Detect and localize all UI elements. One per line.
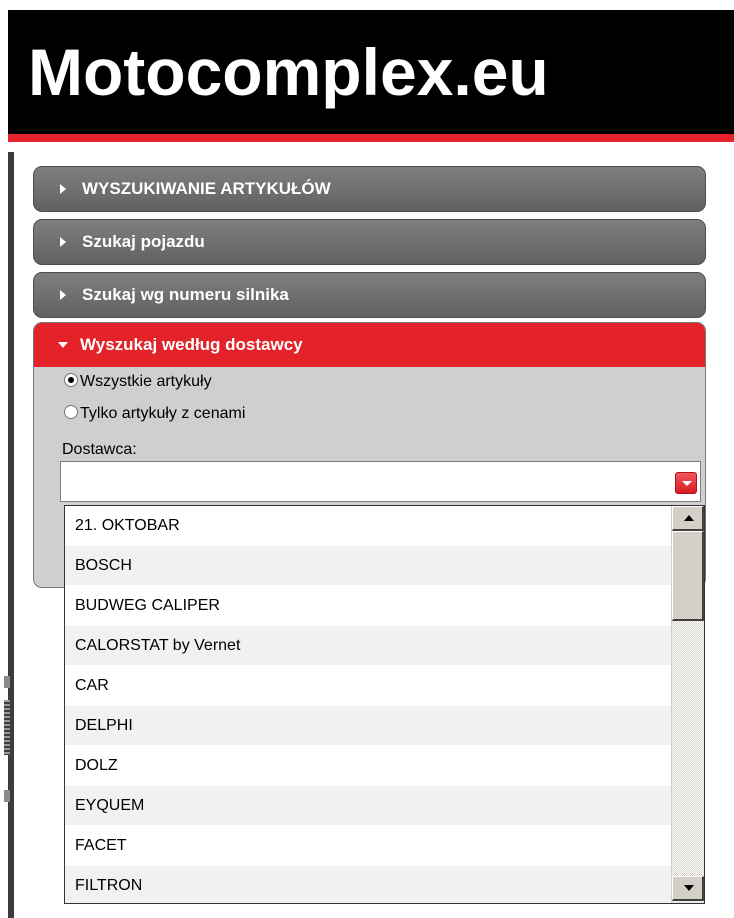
scroll-down-icon[interactable] — [672, 876, 704, 901]
dropdown-option[interactable]: EYQUEM — [65, 786, 671, 825]
dropdown-option[interactable]: 21. OKTOBAR — [65, 506, 671, 545]
chevron-down-icon — [58, 342, 68, 348]
scrollbar-thumb[interactable] — [672, 531, 704, 621]
site-logo[interactable]: Motocomplex.eu — [28, 32, 549, 112]
accordion-item-label: Wyszukaj według dostawcy — [80, 335, 303, 354]
dropdown-option[interactable]: BOSCH — [65, 546, 671, 585]
dropdown-option[interactable]: DOLZ — [65, 746, 671, 785]
scroll-up-icon[interactable] — [672, 506, 704, 531]
accordion-item-label: WYSZUKIWANIE ARTYKUŁÓW — [82, 179, 331, 198]
sidebar-edge — [8, 152, 14, 918]
radio-label: Tylko artykuły z cenami — [80, 405, 246, 422]
site-header: Motocomplex.eu — [8, 10, 734, 134]
supplier-label: Dostawca: — [62, 441, 137, 458]
radio-priced-articles[interactable]: Tylko artykuły z cenami — [64, 405, 245, 423]
dropdown-option[interactable]: CAR — [65, 666, 671, 705]
accordion-item-label: Szukaj wg numeru silnika — [82, 285, 289, 304]
sidebar-grip — [4, 700, 10, 755]
accordion-item-article-search[interactable]: WYSZUKIWANIE ARTYKUŁÓW — [33, 166, 706, 212]
accordion-item-label: Szukaj pojazdu — [82, 232, 205, 251]
supplier-select[interactable] — [60, 461, 701, 502]
dropdown-scrollbar[interactable] — [671, 506, 704, 903]
radio-button[interactable] — [64, 405, 78, 419]
accordion-item-engine-number-search[interactable]: Szukaj wg numeru silnika — [33, 272, 706, 318]
radio-label: Wszystkie artykuły — [80, 373, 212, 390]
supplier-dropdown-list[interactable]: 21. OKTOBAR BOSCH BUDWEG CALIPER CALORST… — [64, 505, 705, 904]
chevron-right-icon — [60, 184, 66, 194]
dropdown-arrow-icon[interactable] — [675, 472, 697, 494]
accordion-header-supplier-search[interactable]: Wyszukaj według dostawcy — [34, 323, 705, 367]
sidebar-collapse-handle[interactable] — [4, 676, 10, 688]
chevron-right-icon — [60, 290, 66, 300]
radio-all-articles[interactable]: Wszystkie artykuły — [64, 373, 212, 391]
dropdown-option[interactable]: DELPHI — [65, 706, 671, 745]
sidebar-collapse-handle-2[interactable] — [4, 790, 10, 802]
accordion-item-vehicle-search[interactable]: Szukaj pojazdu — [33, 219, 706, 265]
dropdown-option[interactable]: BUDWEG CALIPER — [65, 586, 671, 625]
radio-button[interactable] — [64, 373, 78, 387]
dropdown-option[interactable]: FILTRON — [65, 866, 671, 903]
header-accent-line — [8, 134, 734, 142]
dropdown-option[interactable]: CALORSTAT by Vernet — [65, 626, 671, 665]
dropdown-option[interactable]: FACET — [65, 826, 671, 865]
chevron-right-icon — [60, 237, 66, 247]
